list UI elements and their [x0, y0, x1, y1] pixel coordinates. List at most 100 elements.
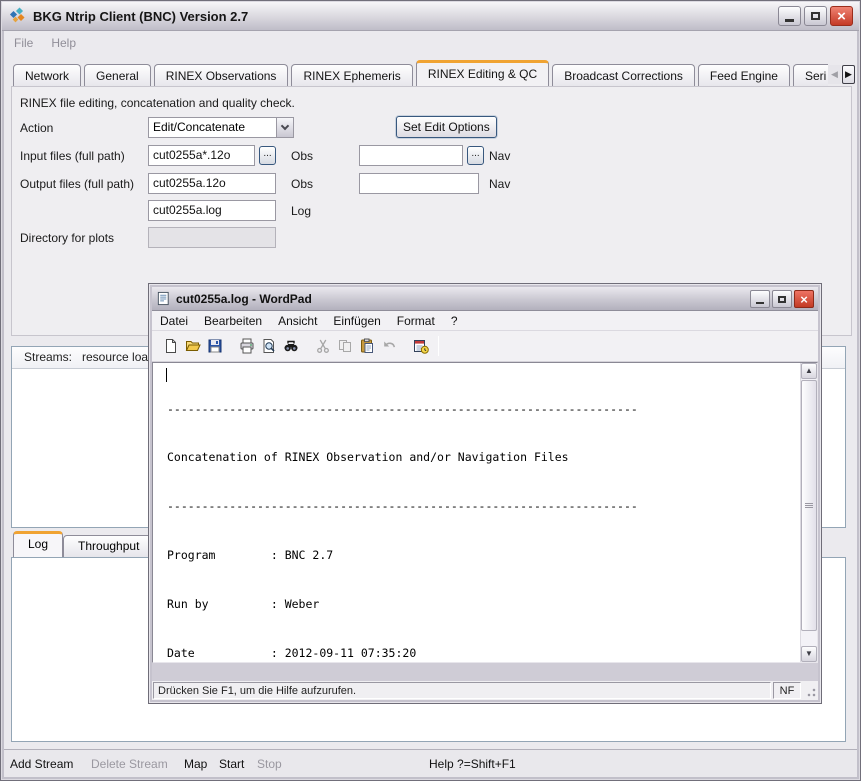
- thumb-grip: [805, 503, 813, 508]
- tab-broadcast-corrections[interactable]: Broadcast Corrections: [552, 64, 695, 87]
- menu-datei[interactable]: Datei: [152, 312, 196, 330]
- resize-grip[interactable]: [803, 682, 817, 699]
- wordpad-document-area[interactable]: ----------------------------------------…: [152, 362, 818, 663]
- menu-ansicht[interactable]: Ansicht: [270, 312, 325, 330]
- input-nav-field[interactable]: [359, 145, 463, 166]
- input-nav-tag: Nav: [489, 149, 510, 163]
- tab-network[interactable]: Network: [13, 64, 81, 87]
- scroll-down-icon[interactable]: ▼: [801, 646, 817, 662]
- wordpad-title: cut0255a.log - WordPad: [176, 292, 312, 306]
- output-nav-field[interactable]: [359, 173, 479, 194]
- menu-file[interactable]: File: [5, 34, 42, 52]
- log-line: ----------------------------------------…: [167, 498, 800, 514]
- close-icon: ×: [837, 9, 846, 24]
- delete-stream-button[interactable]: Delete Stream: [91, 757, 168, 771]
- output-log-field[interactable]: cut0255a.log: [148, 200, 276, 221]
- wordpad-document-icon: [156, 291, 171, 306]
- maximize-icon: [778, 296, 786, 303]
- set-edit-options-button[interactable]: Set Edit Options: [396, 116, 497, 138]
- maximize-button[interactable]: [804, 6, 827, 26]
- menu-help[interactable]: Help: [42, 34, 85, 52]
- log-line: Date : 2012-09-11 07:35:20: [167, 645, 800, 661]
- wordpad-maximize-button[interactable]: [772, 290, 792, 308]
- open-file-icon[interactable]: [182, 337, 204, 355]
- log-file-content[interactable]: ----------------------------------------…: [153, 363, 800, 662]
- print-preview-icon[interactable]: [258, 337, 280, 355]
- input-files-label: Input files (full path): [20, 149, 125, 163]
- help-shortcut-label: Help ?=Shift+F1: [429, 757, 516, 771]
- tab-rinex-observations[interactable]: RINEX Observations: [154, 64, 289, 87]
- stop-button[interactable]: Stop: [257, 757, 282, 771]
- vertical-scrollbar[interactable]: ▲ ▼: [800, 363, 817, 662]
- map-button[interactable]: Map: [184, 757, 207, 771]
- chevron-down-icon: [281, 122, 289, 130]
- start-button[interactable]: Start: [219, 757, 244, 771]
- plots-dir-label: Directory for plots: [20, 231, 114, 245]
- paste-icon[interactable]: [356, 337, 378, 355]
- action-label: Action: [20, 121, 53, 135]
- menu-format[interactable]: Format: [389, 312, 443, 330]
- status-message: Drücken Sie F1, um die Hilfe aufzurufen.: [153, 682, 771, 699]
- tab-scroll-right-icon[interactable]: ▶: [842, 65, 855, 84]
- tab-feed-engine[interactable]: Feed Engine: [698, 64, 790, 87]
- wordpad-window: cut0255a.log - WordPad × Datei Bearbeite…: [148, 283, 822, 704]
- bnc-menubar: File Help: [5, 32, 856, 53]
- log-line: Run by : Weber: [167, 596, 800, 612]
- log-line: ----------------------------------------…: [167, 401, 800, 417]
- wordpad-toolbar: [152, 331, 818, 362]
- tab-rinex-ephemeris[interactable]: RINEX Ephemeris: [291, 64, 412, 87]
- output-obs-tag: Obs: [291, 177, 313, 191]
- minimize-button[interactable]: [778, 6, 801, 26]
- find-icon[interactable]: [280, 337, 302, 355]
- wordpad-close-button[interactable]: ×: [794, 290, 814, 308]
- add-stream-button[interactable]: Add Stream: [10, 757, 73, 771]
- tab-rinex-editing-qc[interactable]: RINEX Editing & QC: [416, 60, 549, 87]
- copy-icon[interactable]: [334, 337, 356, 355]
- tab-throughput[interactable]: Throughput: [63, 535, 154, 557]
- combo-dropdown-button[interactable]: [276, 118, 293, 137]
- bottom-action-bar: Add Stream Delete Stream Map Start Stop …: [4, 749, 857, 777]
- output-obs-field[interactable]: cut0255a.12o: [148, 173, 276, 194]
- save-icon[interactable]: [204, 337, 226, 355]
- cut-icon[interactable]: [312, 337, 334, 355]
- log-line: Program : BNC 2.7: [167, 547, 800, 563]
- close-button[interactable]: ×: [830, 6, 853, 26]
- minimize-icon: [785, 19, 794, 22]
- scroll-up-icon[interactable]: ▲: [801, 363, 817, 379]
- bnc-titlebar[interactable]: BKG Ntrip Client (BNC) Version 2.7 ×: [2, 2, 859, 31]
- action-value: Edit/Concatenate: [153, 120, 245, 134]
- print-icon[interactable]: [236, 337, 258, 355]
- wordpad-titlebar[interactable]: cut0255a.log - WordPad ×: [152, 287, 818, 311]
- bottom-tabbar: Log Throughput: [13, 531, 154, 557]
- bnc-tabbar: Network General RINEX Observations RINEX…: [13, 60, 828, 87]
- input-obs-browse-button[interactable]: ...: [259, 146, 276, 165]
- log-line: Concatenation of RINEX Observation and/o…: [167, 449, 800, 465]
- scrollbar-thumb[interactable]: [801, 380, 817, 631]
- action-combobox[interactable]: Edit/Concatenate: [148, 117, 294, 138]
- close-icon: ×: [800, 293, 808, 306]
- wordpad-statusbar: Drücken Sie F1, um die Hilfe aufzurufen.…: [152, 681, 818, 700]
- panel-description: RINEX file editing, concatenation and qu…: [20, 96, 295, 110]
- input-obs-field[interactable]: cut0255a*.12o: [148, 145, 255, 166]
- input-nav-browse-button[interactable]: ...: [467, 146, 484, 165]
- undo-icon[interactable]: [378, 337, 400, 355]
- maximize-icon: [811, 12, 820, 20]
- insert-datetime-icon[interactable]: [410, 337, 432, 355]
- output-files-label: Output files (full path): [20, 177, 134, 191]
- menu-einfuegen[interactable]: Einfügen: [325, 312, 388, 330]
- wordpad-menubar: Datei Bearbeiten Ansicht Einfügen Format…: [152, 311, 818, 331]
- tab-log[interactable]: Log: [13, 531, 63, 557]
- plots-dir-field: [148, 227, 276, 248]
- menu-bearbeiten[interactable]: Bearbeiten: [196, 312, 270, 330]
- menu-hilfe[interactable]: ?: [443, 312, 466, 330]
- bnc-app-icon: [9, 7, 27, 25]
- output-nav-tag: Nav: [489, 177, 510, 191]
- wordpad-minimize-button[interactable]: [750, 290, 770, 308]
- window-title: BKG Ntrip Client (BNC) Version 2.7: [33, 9, 248, 24]
- tab-scroll-left-icon[interactable]: ◀: [828, 65, 841, 84]
- tab-serial[interactable]: Seri: [793, 64, 828, 87]
- minimize-icon: [756, 302, 764, 304]
- new-file-icon[interactable]: [160, 337, 182, 355]
- tab-general[interactable]: General: [84, 64, 151, 87]
- input-obs-tag: Obs: [291, 149, 313, 163]
